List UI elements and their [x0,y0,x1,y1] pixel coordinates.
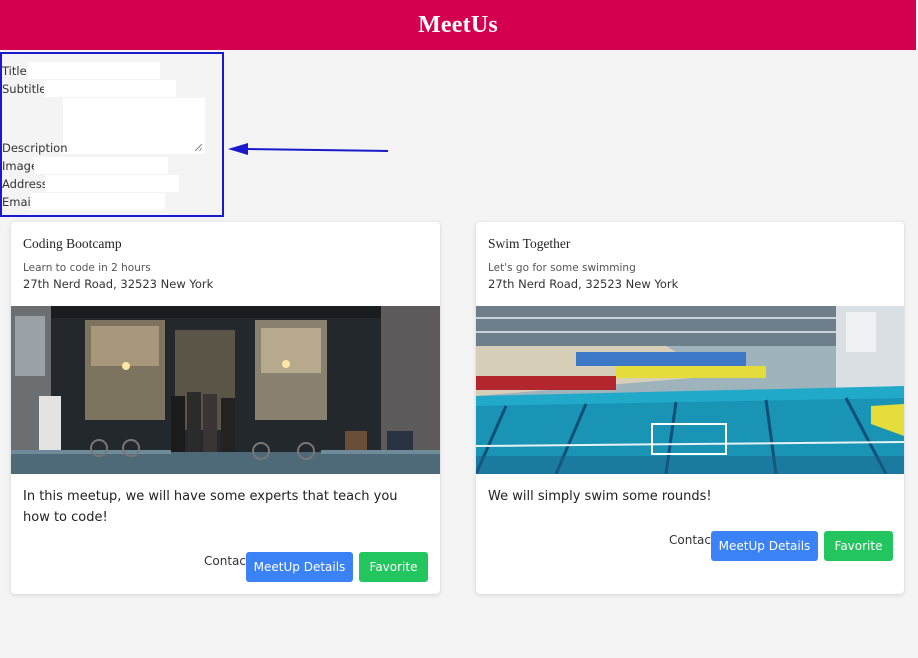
app-header: MeetUs [0,0,916,50]
meetup-card: Swim Together Let's go for some swimming… [476,222,904,594]
meetup-description: In this meetup, we will have some expert… [23,489,398,525]
description-textarea[interactable] [63,98,205,154]
new-meetup-form: Title Subtitle Description Image Address… [0,52,224,217]
title-input[interactable] [28,62,160,79]
meetup-details-button[interactable]: MeetUp Details [711,531,818,561]
meetup-description: We will simply swim some rounds! [488,489,712,504]
meetup-subtitle: Learn to code in 2 hours [23,262,151,274]
image-label: Image [2,159,39,173]
email-input[interactable] [31,193,165,210]
resize-grip-icon[interactable] [195,144,202,151]
meetup-title: Coding Bootcamp [23,236,122,251]
address-label: Address [2,177,48,191]
subtitle-input[interactable] [44,80,176,97]
meetup-image [11,306,440,474]
description-label: Description [2,141,68,155]
app-title: MeetUs [418,11,498,38]
meetup-image [476,306,904,474]
address-input[interactable] [45,175,179,192]
meetup-subtitle: Let's go for some swimming [488,262,636,274]
favorite-button[interactable]: Favorite [359,552,428,582]
meetup-title: Swim Together [488,236,571,251]
subtitle-label: Subtitle [2,82,47,96]
favorite-button[interactable]: Favorite [824,531,893,561]
contact-link[interactable]: Contact [204,554,251,568]
contact-link[interactable]: Contact [669,533,716,547]
meetup-details-button[interactable]: MeetUp Details [246,552,353,582]
meetup-address: 27th Nerd Road, 32523 New York [23,277,214,291]
meetup-address: 27th Nerd Road, 32523 New York [488,277,679,291]
meetup-card: Coding Bootcamp Learn to code in 2 hours… [11,222,440,594]
email-label: Email [2,195,34,209]
title-label: Title [2,64,27,78]
annotation-arrow-icon [228,143,389,155]
image-input[interactable] [34,157,168,174]
